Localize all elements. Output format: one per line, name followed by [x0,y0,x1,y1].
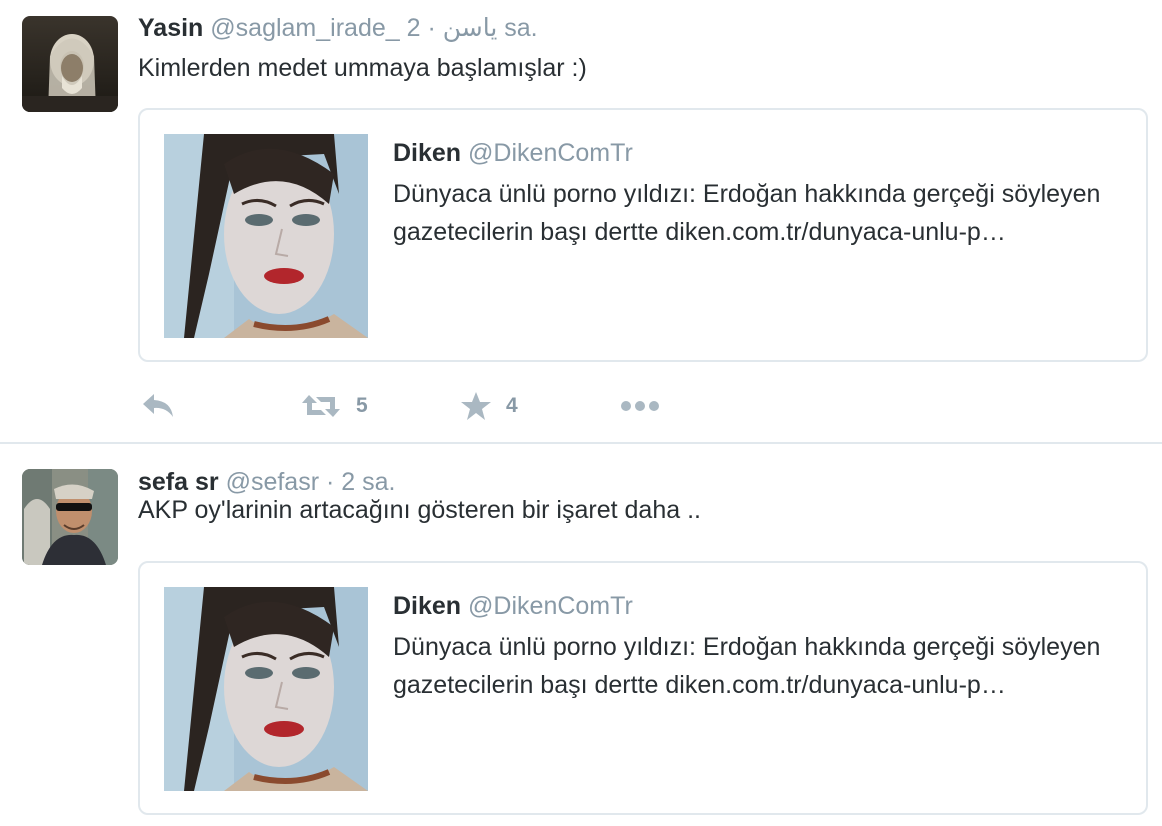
quoted-author-name[interactable]: Diken [393,592,461,620]
reply-button[interactable] [140,386,176,426]
favorite-count: 4 [506,394,518,417]
star-icon [460,391,492,421]
avatar-image [22,469,118,565]
tweet[interactable]: sefa sr @sefasr · 2 sa. AKP oy'larinin a… [0,444,1162,826]
retweet-count: 5 [356,394,368,417]
retweet-button[interactable]: 5 [300,386,368,426]
quoted-tweet-image [164,134,368,338]
avatar[interactable] [22,469,118,565]
quoted-author-name[interactable]: Diken [393,139,461,167]
quoted-tweet-card[interactable]: Diken @DikenComTr Dünyaca ünlü porno yıl… [138,561,1148,815]
header-separator: · [326,468,335,496]
author-fullname[interactable]: sefa sr [138,468,219,496]
quoted-tweet-text: Dünyaca ünlü porno yıldızı: Erdoğan hakk… [393,180,1101,246]
header-separator: · [427,14,436,42]
tweet-text: AKP oy'larinin artacağını gösteren bir i… [138,496,701,524]
more-dots-icon [620,400,660,412]
favorite-button[interactable]: 4 [460,386,518,426]
tweet-header: Yasin @saglam_irade_ ياسن · 2 sa. [138,13,538,43]
author-fullname[interactable]: Yasin [138,14,203,42]
quoted-tweet-header: Diken @DikenComTr [393,137,633,169]
more-button[interactable] [620,386,660,426]
quoted-author-handle[interactable]: @DikenComTr [468,139,633,167]
quoted-author-handle[interactable]: @DikenComTr [468,592,633,620]
retweet-icon [300,391,342,421]
avatar[interactable] [22,16,118,112]
avatar-image [22,16,118,112]
tweet-timestamp[interactable]: 2 sa. [341,468,395,496]
author-username[interactable]: @sefasr [226,468,319,496]
tweet-actions: 5 4 [140,386,740,426]
author-username[interactable]: @saglam_irade_ ياسن [210,14,497,42]
reply-icon [140,391,176,421]
quoted-tweet-text: Dünyaca ünlü porno yıldızı: Erdoğan hakk… [393,633,1101,699]
tweet-text: Kimlerden medet ummaya başlamışlar :) [138,54,587,82]
tweet-header: sefa sr @sefasr · 2 sa. [138,467,395,497]
tweet[interactable]: Yasin @saglam_irade_ ياسن · 2 sa. Kimler… [0,0,1162,444]
quoted-tweet-card[interactable]: Diken @DikenComTr Dünyaca ünlü porno yıl… [138,108,1148,362]
quoted-tweet-header: Diken @DikenComTr [393,590,633,622]
quoted-tweet-image [164,587,368,791]
